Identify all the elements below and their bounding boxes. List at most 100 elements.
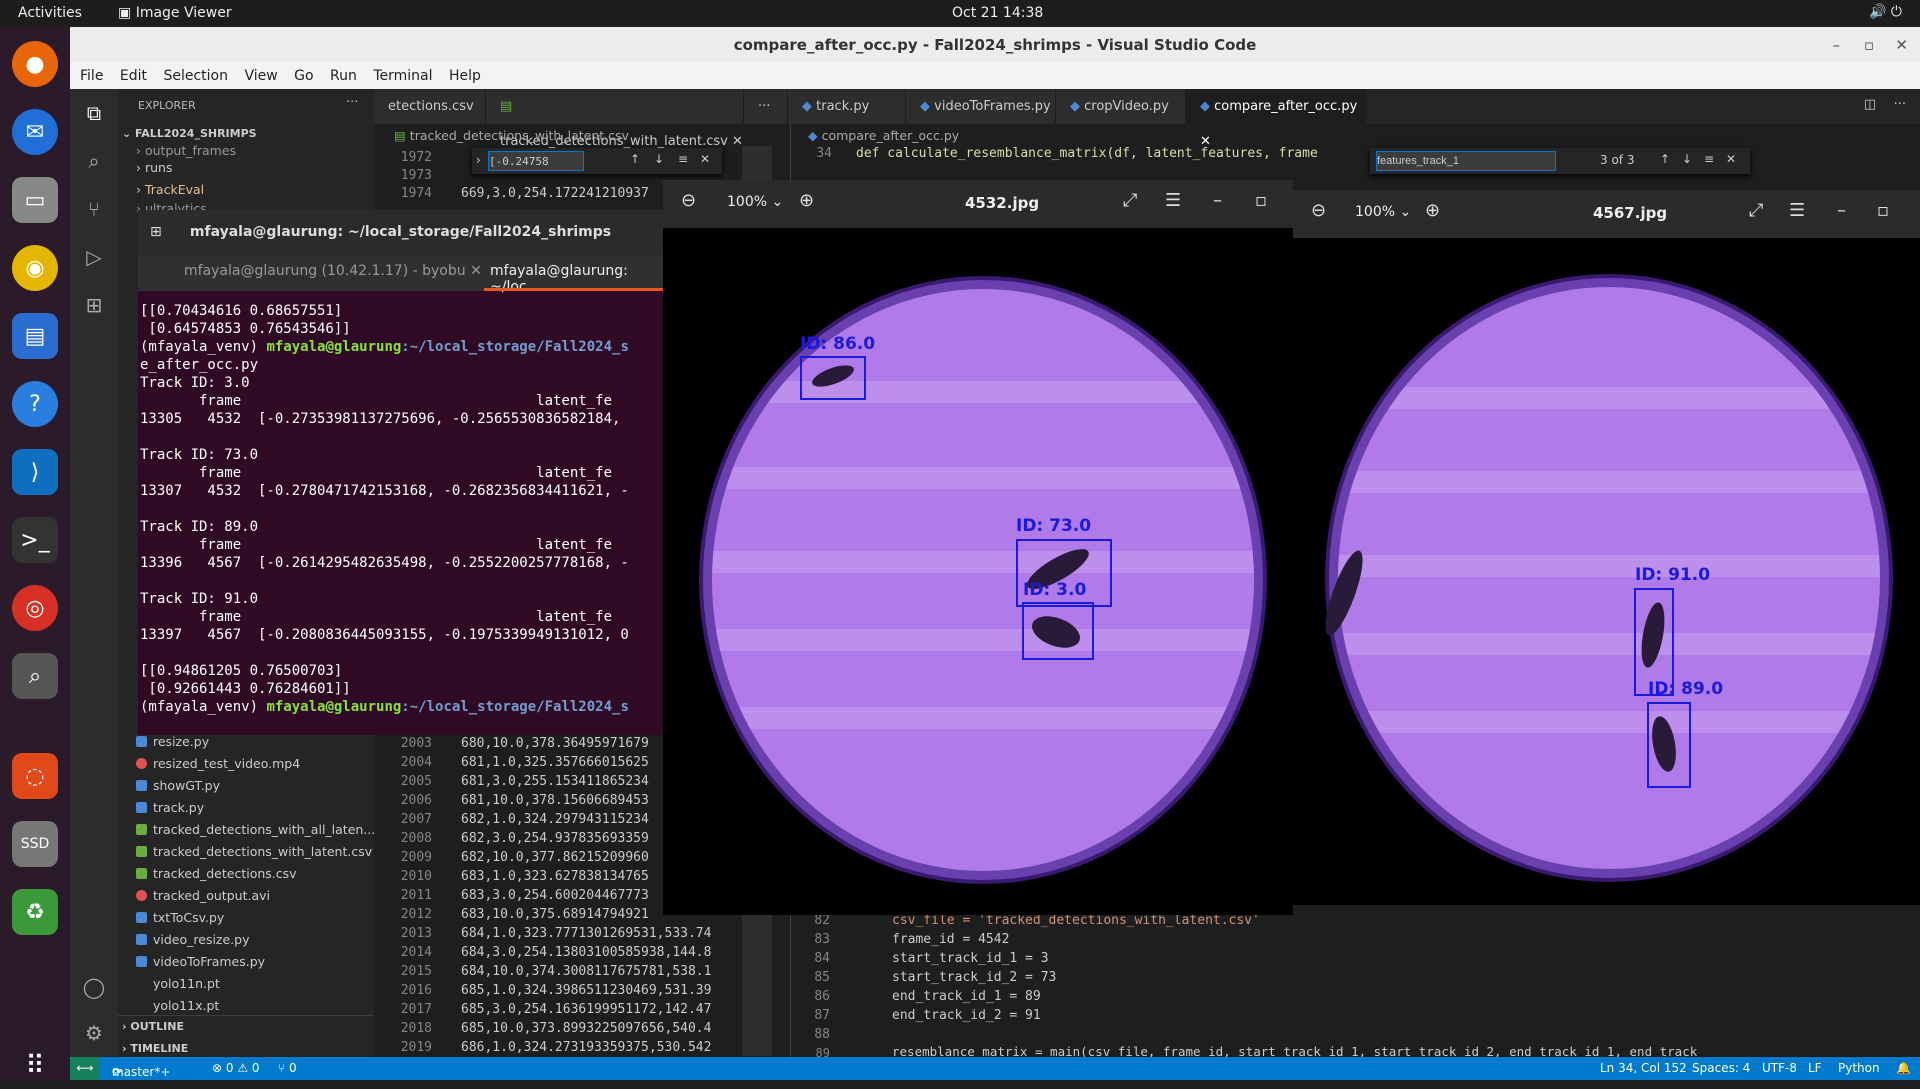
tree-folder[interactable]: › output_frames [136, 143, 236, 158]
menu-help[interactable]: Help [449, 63, 481, 89]
split-editor-icon[interactable]: ◫ [1864, 97, 1876, 112]
search-icon[interactable]: ⌕ [82, 149, 106, 173]
code-line[interactable]: 682,1.0,324.297943115234 [461, 812, 649, 827]
menu-edit[interactable]: Edit [120, 63, 147, 89]
code-line[interactable]: 686,1.0,324.273193359375,530.542 [461, 1040, 711, 1055]
tab-cropvideo-py[interactable]: ◆ cropVideo.py [1056, 89, 1186, 124]
list-item[interactable]: video_resize.py [136, 932, 250, 947]
minimize-button[interactable]: – [1833, 27, 1841, 63]
code-line[interactable]: start_track_id_1 = 3 [892, 951, 1049, 966]
selection-icon[interactable]: ≡ [1704, 152, 1714, 166]
menu-run[interactable]: Run [330, 63, 357, 89]
firefox-icon[interactable]: ● [12, 41, 58, 87]
list-item[interactable]: tracked_detections_with_latent.csv [136, 844, 372, 859]
image-canvas[interactable]: ID: 91.0 ID: 89.0 [1293, 238, 1920, 905]
tab-tracked-detections-with-latent[interactable]: ▤ tracked_detections_with_latent.csv ✕ [486, 89, 744, 149]
zoom-in-icon[interactable]: ⊕ [1425, 200, 1440, 221]
zoom-level[interactable]: 100% ⌄ [1355, 204, 1411, 220]
account-icon[interactable]: ◯ [82, 975, 106, 999]
chrome-icon[interactable]: ◎ [12, 585, 58, 631]
code-line[interactable]: 683,1.0,323.627838134765 [461, 869, 649, 884]
indentation-status[interactable]: Spaces: 4 [1692, 1061, 1750, 1075]
tab-detections-csv[interactable]: etections.csv [374, 89, 486, 124]
maximize-button[interactable]: ▫ [1255, 190, 1267, 211]
menu-icon[interactable]: ☰ [1165, 190, 1181, 211]
terminal-tab-byobu[interactable]: mfayala@glaurung (10.42.1.17) - byobu ✕ [184, 263, 482, 279]
menu-file[interactable]: File [80, 63, 103, 89]
list-item[interactable]: tracked_detections_with_all_laten... [136, 822, 375, 837]
vscode-icon[interactable]: ⟩ [12, 449, 58, 495]
code-line[interactable]: 680,10.0,378.36495971679 [461, 736, 649, 751]
software-icon[interactable]: ◌ [12, 753, 58, 799]
remote-icon[interactable]: ⟷ [70, 1057, 100, 1080]
breadcrumb[interactable]: ◆ compare_after_occ.py [808, 128, 959, 143]
list-item[interactable]: track.py [136, 800, 204, 815]
previous-match-icon[interactable]: ↑ [1660, 152, 1670, 166]
code-line[interactable]: 684,10.0,374.3008117675781,538.1 [461, 964, 711, 979]
workspace-root[interactable]: ⌄ FALL2024_SHRIMPS [122, 127, 257, 140]
list-item[interactable]: resized_test_video.mp4 [136, 756, 300, 771]
find-input[interactable] [488, 151, 584, 171]
fullscreen-icon[interactable]: ⤢ [1749, 200, 1763, 221]
maximize-button[interactable]: ▫ [1864, 27, 1874, 63]
source-control-icon[interactable]: ⑂ [82, 197, 106, 221]
new-tab-icon[interactable]: ⊞ [150, 210, 162, 255]
extensions-icon[interactable]: ⊞ [82, 293, 106, 317]
minimize-button[interactable]: – [1837, 200, 1846, 221]
eol-status[interactable]: LF [1808, 1061, 1822, 1075]
list-item[interactable]: txtToCsv.py [136, 910, 224, 925]
code-line[interactable]: end_track_id_2 = 91 [892, 1008, 1041, 1023]
menu-view[interactable]: View [244, 63, 277, 89]
menu-icon[interactable]: ☰ [1789, 200, 1805, 221]
files-icon[interactable]: ▭ [12, 177, 58, 223]
terminal-output[interactable]: [[0.70434616 0.68657551] [0.64574853 0.7… [138, 303, 663, 735]
timeline-section[interactable]: › TIMELINE [122, 1042, 188, 1055]
menu-selection[interactable]: Selection [163, 63, 228, 89]
code-line[interactable]: 685,3.0,254.1636199951172,142.47 [461, 1002, 711, 1017]
code-line[interactable]: start_track_id_2 = 73 [892, 970, 1056, 985]
settings-gear-icon[interactable]: ⚙ [82, 1021, 106, 1045]
rhythmbox-icon[interactable]: ◉ [12, 245, 58, 291]
tab-compare-after-occ-py[interactable]: ◆ compare_after_occ.py ✕ [1186, 89, 1366, 149]
ssd-drive-icon[interactable]: SSD [12, 821, 58, 867]
next-match-icon[interactable]: ↓ [1682, 152, 1692, 166]
image-viewer-icon[interactable]: ⌕ [12, 653, 58, 699]
app-grid-icon[interactable]: ⠿ [12, 1043, 58, 1089]
code-line[interactable]: 682,10.0,377.86215209960 [461, 850, 649, 865]
more-actions-icon[interactable]: ··· [346, 95, 358, 110]
language-status[interactable]: Python [1838, 1061, 1880, 1075]
next-match-icon[interactable]: ↓ [654, 152, 664, 166]
more-tabs-button[interactable]: ··· [744, 89, 788, 124]
code-line[interactable]: 683,10.0,375.68914794921 [461, 907, 649, 922]
code-line[interactable]: 685,1.0,324.3986511230469,531.39 [461, 983, 711, 998]
code-line[interactable]: 685,10.0,373.8993225097656,540.4 [461, 1021, 711, 1036]
thunderbird-icon[interactable]: ✉ [12, 109, 58, 155]
close-button[interactable]: ✕ [1895, 27, 1908, 63]
writer-icon[interactable]: ▤ [12, 313, 58, 359]
maximize-button[interactable]: ▫ [1877, 200, 1889, 221]
tab-videotoframes-py[interactable]: ◆ videoToFrames.py [906, 89, 1056, 124]
zoom-level[interactable]: 100% ⌄ [727, 194, 783, 210]
close-icon[interactable]: ✕ [1726, 152, 1736, 166]
code-line[interactable]: 669,3.0,254.172241210937 [461, 186, 649, 201]
breadcrumb[interactable]: ▤ tracked_detections_with_latent.csv [394, 128, 629, 143]
clock[interactable]: Oct 21 14:38 [952, 5, 1043, 21]
code-line[interactable]: 683,3.0,254.600204467773 [461, 888, 649, 903]
activities-button[interactable]: Activities [18, 5, 82, 21]
more-actions-icon[interactable]: ··· [1894, 97, 1906, 112]
explorer-icon[interactable]: ⧉ [82, 101, 106, 125]
menu-terminal[interactable]: Terminal [373, 63, 432, 89]
image-canvas[interactable]: ID: 86.0 ID: 73.0 ID: 3.0 [663, 228, 1293, 915]
previous-match-icon[interactable]: ↑ [630, 152, 640, 166]
problems-status[interactable]: ⊗ 0 ⚠ 0 [212, 1061, 260, 1075]
code-line[interactable]: 684,3.0,254.13803100585938,144.8 [461, 945, 711, 960]
code-line[interactable]: frame_id = 4542 [892, 932, 1009, 947]
help-icon[interactable]: ? [12, 381, 58, 427]
list-item[interactable]: tracked_detections.csv [136, 866, 297, 881]
minimize-button[interactable]: – [1213, 190, 1222, 211]
zoom-out-icon[interactable]: ⊖ [681, 190, 696, 211]
app-menu[interactable]: ▣ Image Viewer [118, 5, 232, 21]
close-icon[interactable]: ✕ [700, 152, 710, 166]
cursor-position[interactable]: Ln 34, Col 152 [1600, 1061, 1687, 1075]
outline-section[interactable]: › OUTLINE [122, 1020, 184, 1033]
